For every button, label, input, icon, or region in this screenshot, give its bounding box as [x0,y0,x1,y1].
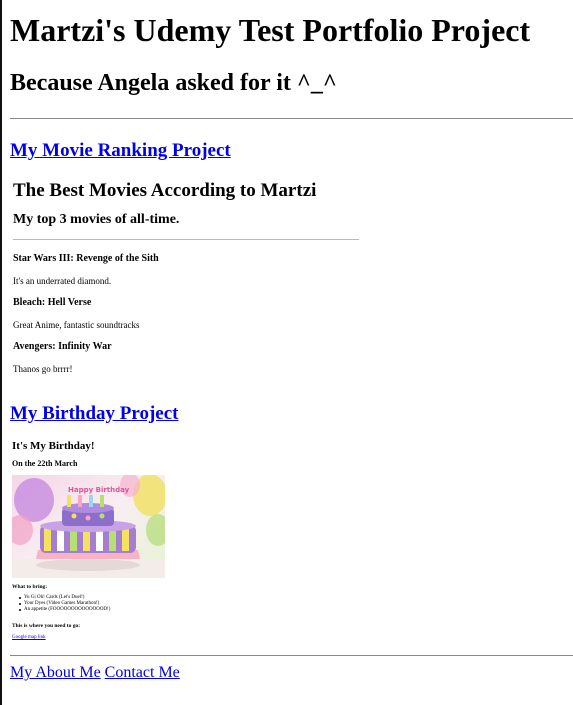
birthday-date: On the 22th March [12,459,78,468]
contact-me-link[interactable]: Contact Me [105,664,180,681]
location-heading: This is where you need to go: [12,623,81,629]
birthday-cake-image: Happy Birthday [12,475,165,578]
cake-topper-text: Happy Birthday [68,486,130,494]
movie-title: Star Wars III: Revenge of the Sith [13,253,159,264]
movie-description: It's an underrated diamond. [13,276,112,286]
footer-nav: My About Me Contact Me [10,664,180,682]
movie-title: Bleach: Hell Verse [13,297,92,308]
birthday-project-link[interactable]: My Birthday Project [10,403,179,425]
divider-top [10,118,573,119]
movie-description: Thanos go brrrr! [13,364,73,374]
movie-page-title: The Best Movies According to Martzi [13,180,317,201]
about-me-link[interactable]: My About Me [10,664,101,681]
movie-project-link[interactable]: My Movie Ranking Project [10,140,231,162]
map-link[interactable]: Google map link [12,635,46,640]
movie-description: Great Anime, fantastic soundtracks [13,320,140,330]
movie-page-subtitle: My top 3 movies of all-time. [13,212,180,227]
window-edge [0,0,2,705]
bring-list: Yu Gi Oh! Cards (Let's Duel!) Your Dyes … [19,595,110,613]
page-subtitle: Because Angela asked for it ^_^ [10,70,337,96]
divider-bottom [10,655,573,656]
page-title: Martzi's Udemy Test Portfolio Project [10,12,531,48]
bring-heading: What to bring: [12,584,48,590]
birthday-title: It's My Birthday! [12,440,95,452]
movie-title: Avengers: Infinity War [13,341,112,352]
list-item: An appetite (FOOOOOOOOOOOOOOD!) [19,607,110,613]
movie-divider [13,239,359,240]
